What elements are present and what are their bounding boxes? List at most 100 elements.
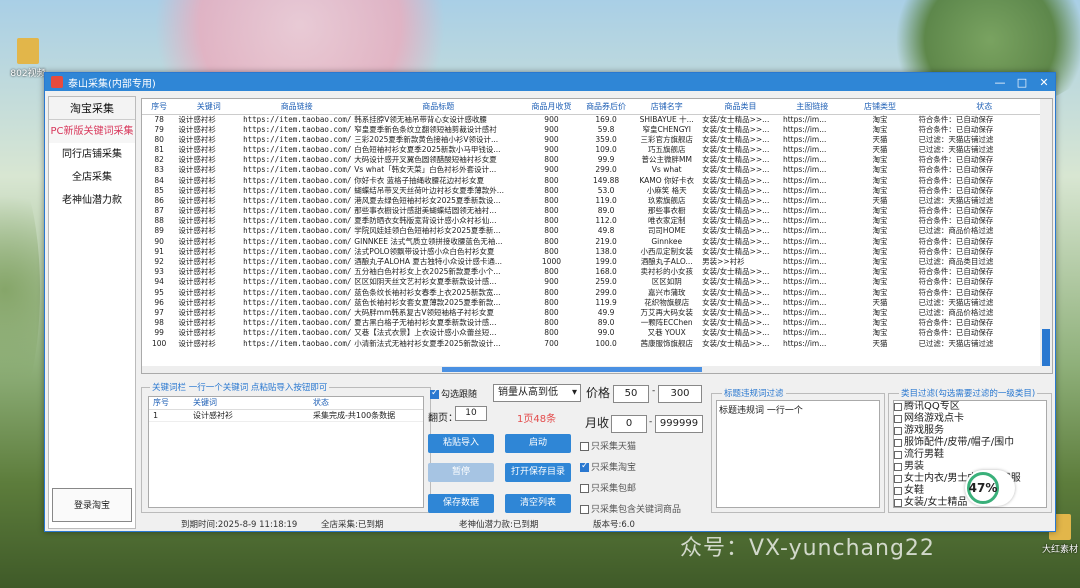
keyword-row[interactable]: 1 设计感衬衫 采集完成-共100条数据: [149, 409, 423, 422]
table-cell: 设计感衬衫: [178, 277, 216, 287]
table-cell: 一颗阵ECChen: [640, 318, 693, 328]
table-row[interactable]: 89 设计感衬衫 https://item.taobao.com/item...学院…: [142, 226, 1052, 236]
table-row[interactable]: 97 设计感衬衫 https://item.taobao.com/item...大码…: [142, 308, 1052, 318]
login-taobao-button[interactable]: 登录淘宝: [52, 488, 132, 522]
pages-input[interactable]: 10: [455, 406, 487, 421]
table-cell: 已过滤：天猫店铺过滤: [918, 338, 994, 348]
save-data-button[interactable]: 保存数据: [428, 494, 494, 513]
column-header[interactable]: 商品月收货: [524, 99, 579, 115]
table-row[interactable]: 88 设计感衬衫 https://item.taobao.com/item...夏季…: [142, 216, 1052, 226]
price-separator: -: [652, 386, 656, 396]
table-cell: 符合条件：已自动保存: [918, 318, 994, 328]
table-cell: 天猫: [872, 134, 888, 144]
table-cell: 800: [544, 246, 559, 256]
table-cell: 169.0: [595, 114, 617, 124]
sidebar-item-keyword[interactable]: PC新版关键词采集: [49, 120, 135, 143]
sidebar-item-potential[interactable]: 老神仙潜力款: [49, 189, 135, 212]
open-save-dir-button[interactable]: 打开保存目录: [505, 463, 571, 482]
category-item[interactable]: 服饰配件/皮带/帽子/围巾: [894, 437, 1046, 449]
table-row[interactable]: 85 设计感衬衫 https://item.taobao.com/item...蝴蝶…: [142, 186, 1052, 196]
price-min-input[interactable]: 50: [613, 385, 649, 403]
table-cell: 符合条件：已自动保存: [918, 206, 994, 216]
table-row[interactable]: 87设计感衬衫https://item.taobao.com/item...那些…: [142, 206, 1052, 216]
table-row[interactable]: 98 设计感衬衫 https://item.taobao.com/item...夏古…: [142, 318, 1052, 328]
table-row[interactable]: 93 设计感衬衫 https://item.taobao.com/item...五分…: [142, 267, 1052, 277]
table-row[interactable]: 94设计感衬衫https://item.taobao.com/item...区区…: [142, 277, 1052, 287]
column-header[interactable]: 状态: [916, 99, 1052, 115]
grid-vertical-scrollbar[interactable]: [1040, 99, 1052, 373]
table-row[interactable]: 80设计感衬衫https://item.taobao.com/item...三彩…: [142, 135, 1052, 145]
column-header[interactable]: 商品券后价: [578, 99, 634, 115]
table-row[interactable]: 99设计感衬衫https://item.taobao.com/item...又巷…: [142, 328, 1052, 338]
column-header[interactable]: 店铺类型: [843, 99, 917, 115]
clear-list-button[interactable]: 清空列表: [505, 494, 571, 513]
table-cell: 女装/女士精品>>...: [702, 338, 770, 348]
column-header[interactable]: 主图链接: [780, 99, 844, 115]
monthly-max-input[interactable]: 999999: [655, 415, 703, 433]
only-keyword-goods-checkbox[interactable]: 只采集包含关键词商品: [580, 502, 681, 515]
paste-import-button[interactable]: 粘贴导入: [428, 434, 494, 453]
keywords-table[interactable]: 序号 关键词 状态 1 设计感衬衫 采集完成-共100条数据: [148, 396, 424, 508]
sidebar-header[interactable]: 淘宝采集: [49, 97, 135, 120]
table-row[interactable]: 84 设计感衬衫 https://item.taobao.com/item...你好…: [142, 175, 1052, 185]
sidebar-item-full-store[interactable]: 全店采集: [49, 166, 135, 189]
grid-horizontal-scrollbar[interactable]: [142, 366, 1052, 373]
title-filter-textarea[interactable]: 标题违规词 一行一个: [716, 400, 880, 508]
sidebar-item-peer-store[interactable]: 同行店铺采集: [49, 143, 135, 166]
maximize-button[interactable]: □: [1011, 76, 1033, 89]
column-header[interactable]: 序号: [142, 99, 177, 115]
minimize-button[interactable]: —: [989, 76, 1011, 89]
category-item[interactable]: 腾讯QQ专区: [894, 401, 1046, 413]
table-cell: 淘宝: [872, 328, 888, 338]
column-header[interactable]: 店铺名字: [633, 99, 701, 115]
close-button[interactable]: ✕: [1033, 76, 1055, 89]
title-bar[interactable]: 泰山采集(内部专用) — □ ✕: [45, 73, 1055, 91]
table-row[interactable]: 81 设计感衬衫 https://item.taobao.com/item...白色…: [142, 145, 1052, 155]
checkbox-icon: [894, 463, 902, 471]
start-button[interactable]: 启动: [505, 434, 571, 453]
only-free-shipping-checkbox[interactable]: 只采集包邮: [580, 481, 636, 494]
column-header[interactable]: 商品类目: [700, 99, 781, 115]
table-cell: 女装/女士精品>>...: [702, 226, 770, 236]
scrollbar-thumb[interactable]: [1042, 329, 1050, 369]
table-row[interactable]: 92设计感衬衫https://item.taobao.com/item...酒酿…: [142, 257, 1052, 267]
auto-select-checkbox[interactable]: 勾选跟随: [430, 387, 477, 400]
table-cell: 天猫: [872, 144, 888, 154]
table-row[interactable]: 95 设计感衬衫 https://item.taobao.com/item...蓝色…: [142, 288, 1052, 298]
column-header[interactable]: 商品标题: [352, 99, 525, 115]
table-cell: 女装/女士精品>>...: [702, 297, 770, 307]
category-item[interactable]: 流行男鞋: [894, 449, 1046, 461]
table-cell: 100: [152, 338, 167, 348]
table-row[interactable]: 96 设计感衬衫 https://item.taobao.com/item...蓝色…: [142, 298, 1052, 308]
monthly-min-input[interactable]: 0: [611, 415, 647, 433]
table-row[interactable]: 78 设计感衬衫 https://item.taobao.com/item...韩系…: [142, 114, 1052, 125]
desktop-icon-video[interactable]: 802视频: [8, 38, 48, 79]
table-cell: 符合条件：已自动保存: [918, 216, 994, 226]
table-cell: 学院风娃娃领白色短袖衬衫女2025夏季新...: [354, 226, 501, 236]
table-row[interactable]: 100 设计感衬衫 https://item.taobao.com/item...小…: [142, 338, 1052, 348]
table-row[interactable]: 82 设计感衬衫 https://item.taobao.com/item...大码…: [142, 155, 1052, 165]
table-row[interactable]: 83设计感衬衫https://item.taobao.com/item...Vs…: [142, 165, 1052, 175]
category-item[interactable]: 男装: [894, 461, 1046, 473]
table-row[interactable]: 86 设计感衬衫 https://item.taobao.com/item...港风…: [142, 196, 1052, 206]
pause-button[interactable]: 暂停: [428, 463, 494, 482]
category-item[interactable]: 网络游戏点卡: [894, 413, 1046, 425]
network-gauge[interactable]: 47%: [965, 470, 1015, 506]
table-row[interactable]: 91 设计感衬衫 https://item.taobao.com/item...法式…: [142, 247, 1052, 257]
checkbox-label: 只采集天猫: [591, 442, 637, 452]
column-header[interactable]: 关键词: [176, 99, 242, 115]
category-item[interactable]: 游戏服务: [894, 425, 1046, 437]
table-row[interactable]: 90 设计感衬衫 https://item.taobao.com/item...GI…: [142, 237, 1052, 247]
table-row[interactable]: 79设计感衬衫https://item.taobao.com/item...窄皇…: [142, 125, 1052, 135]
scrollbar-thumb[interactable]: [442, 367, 702, 372]
table-cell: 蝴蝶结吊带叉天丝荷叶边衬衫女夏季薄款外...: [354, 185, 504, 195]
sort-select[interactable]: 销量从高到低: [493, 384, 581, 402]
table-cell: 88: [154, 216, 164, 226]
only-tmall-checkbox[interactable]: 只采集天猫: [580, 439, 636, 452]
price-max-input[interactable]: 300: [658, 385, 702, 403]
table-cell: https://im...: [782, 124, 827, 134]
column-header[interactable]: 商品链接: [241, 99, 353, 115]
only-taobao-checkbox[interactable]: 只采集淘宝: [580, 460, 636, 473]
table-cell: 49.9: [597, 307, 615, 317]
table-cell: Vs what: [651, 165, 682, 175]
